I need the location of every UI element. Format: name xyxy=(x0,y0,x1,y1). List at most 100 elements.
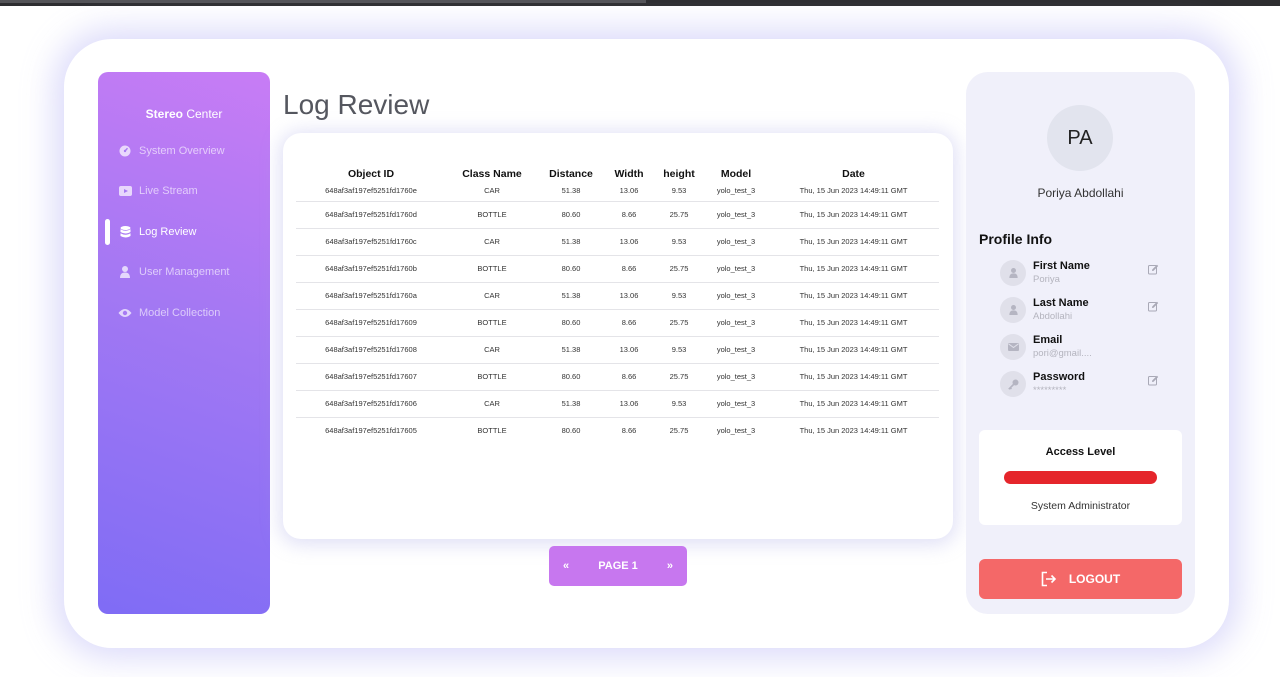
model-cell: yolo_test_3 xyxy=(704,228,768,256)
edit-icon[interactable] xyxy=(1148,262,1162,276)
sidebar-item-label: Log Review xyxy=(139,226,197,238)
sidebar-item-system-overview[interactable]: System Overview xyxy=(98,140,270,162)
distance-cell: 80.60 xyxy=(561,426,581,436)
profile-field-last-name: Last Name Abdollahi xyxy=(1000,297,1180,327)
edit-icon[interactable] xyxy=(1148,299,1162,313)
class-name-cell: BOTTLE xyxy=(477,426,507,436)
object-id-cell: 648af3af197ef5251fd1760b xyxy=(296,255,446,283)
model-cell: yolo_test_3 xyxy=(704,363,768,391)
model-cell: yolo_test_3 xyxy=(704,282,768,310)
logout-label: LOGOUT xyxy=(1068,572,1121,586)
table-row: 648af3af197ef5251fd1760d BOTTLE 80.60 8.66 2… xyxy=(296,201,939,229)
height-cell: 9.53 xyxy=(654,282,704,310)
object-id-cell: 648af3af197ef5251fd1760d xyxy=(296,201,446,229)
table-row: 648af3af197ef5251fd17607 BOTTLE 80.60 8.66 2… xyxy=(296,363,939,391)
field-value: pori@gmail.... xyxy=(1033,348,1092,359)
height-cell: 25.75 xyxy=(654,255,704,283)
table-row: 648af3af197ef5251fd17605 BOTTLE 80.60 8.66 2… xyxy=(296,417,939,444)
distance-cell: 51.38 xyxy=(538,282,604,310)
table-row: 648af3af197ef5251fd1760a CAR 51.38 13.06 9.5… xyxy=(296,282,939,310)
sidebar-item-label: Model Collection xyxy=(139,307,221,319)
date-cell: Thu, 15 Jun 2023 14:49:11 GMT xyxy=(799,426,908,436)
height-cell: 9.53 xyxy=(654,390,704,418)
avatar: PA xyxy=(1047,105,1113,171)
sidebar-item-label: User Management xyxy=(139,266,230,278)
class-name-cell: CAR xyxy=(446,282,538,310)
model-cell: yolo_test_3 xyxy=(704,181,768,202)
sidebar-item-live-stream[interactable]: Live Stream xyxy=(98,180,270,202)
access-level-bar xyxy=(1004,471,1157,484)
distance-cell: 51.38 xyxy=(538,336,604,364)
distance-cell: 51.38 xyxy=(538,390,604,418)
column-header-distance: Distance xyxy=(549,168,593,180)
window-top-bar xyxy=(0,0,1280,6)
profile-name: Poriya Abdollahi xyxy=(1037,186,1124,200)
class-name-cell: CAR xyxy=(446,390,538,418)
brand-bold: Stereo xyxy=(145,107,183,121)
dashboard-icon xyxy=(118,144,132,158)
field-label: Password xyxy=(1033,371,1085,383)
height-cell: 9.53 xyxy=(654,336,704,364)
class-name-cell: BOTTLE xyxy=(446,363,538,391)
sidebar-item-label: System Overview xyxy=(139,145,225,157)
class-name-cell: CAR xyxy=(446,336,538,364)
sidebar-item-label: Live Stream xyxy=(139,185,198,197)
width-cell: 8.66 xyxy=(604,363,654,391)
logout-button[interactable]: LOGOUT xyxy=(979,559,1182,599)
field-label: Email xyxy=(1033,334,1063,346)
model-cell: yolo_test_3 xyxy=(704,336,768,364)
table-row: 648af3af197ef5251fd17608 CAR 51.38 13.06 9.5… xyxy=(296,336,939,364)
brand-rest: Center xyxy=(183,107,223,121)
profile-panel: PA Poriya Abdollahi Profile Info First N… xyxy=(966,72,1195,614)
table-row: 648af3af197ef5251fd1760c CAR 51.38 13.06 9.5… xyxy=(296,228,939,256)
model-cell: yolo_test_3 xyxy=(716,426,756,436)
pagination: « PAGE 1 » xyxy=(549,546,687,586)
width-cell: 13.06 xyxy=(604,390,654,418)
table-row: 648af3af197ef5251fd1760b BOTTLE 80.60 8.66 2… xyxy=(296,255,939,283)
field-label: Last Name xyxy=(1033,297,1089,309)
sidebar-item-model-collection[interactable]: Model Collection xyxy=(98,302,270,324)
user-icon xyxy=(1000,260,1026,286)
field-value: ********* xyxy=(1033,385,1067,396)
width-cell: 13.06 xyxy=(604,228,654,256)
next-page-button[interactable]: » xyxy=(667,560,673,572)
object-id-cell: 648af3af197ef5251fd17605 xyxy=(325,426,417,436)
distance-cell: 51.38 xyxy=(538,181,604,202)
eye-icon xyxy=(118,306,132,320)
column-header-width: Width xyxy=(614,168,644,180)
width-cell: 13.06 xyxy=(604,181,654,202)
date-cell: Thu, 15 Jun 2023 14:49:11 GMT xyxy=(768,309,939,337)
distance-cell: 80.60 xyxy=(538,363,604,391)
distance-cell: 51.38 xyxy=(538,228,604,256)
window-top-bar-highlight xyxy=(0,0,646,3)
class-name-cell: CAR xyxy=(446,228,538,256)
sidebar-item-user-management[interactable]: User Management xyxy=(98,261,270,283)
profile-field-email: Email pori@gmail.... xyxy=(1000,334,1180,364)
user-icon xyxy=(118,265,132,279)
object-id-cell: 648af3af197ef5251fd1760e xyxy=(296,181,446,202)
key-icon xyxy=(1000,371,1026,397)
object-id-cell: 648af3af197ef5251fd1760a xyxy=(296,282,446,310)
edit-icon[interactable] xyxy=(1148,373,1162,387)
profile-info-title: Profile Info xyxy=(979,231,1053,247)
date-cell: Thu, 15 Jun 2023 14:49:11 GMT xyxy=(768,390,939,418)
width-cell: 13.06 xyxy=(604,336,654,364)
distance-cell: 80.60 xyxy=(538,201,604,229)
database-icon xyxy=(118,225,132,239)
column-header-class-name: Class Name xyxy=(462,168,522,180)
active-indicator xyxy=(105,219,110,245)
height-cell: 25.75 xyxy=(654,309,704,337)
table-row: 648af3af197ef5251fd17609 BOTTLE 80.60 8.66 2… xyxy=(296,309,939,337)
logout-icon xyxy=(1041,571,1057,587)
column-header-model: Model xyxy=(720,168,752,180)
height-cell: 9.53 xyxy=(654,181,704,202)
prev-page-button[interactable]: « xyxy=(563,560,569,572)
sidebar-item-log-review[interactable]: Log Review xyxy=(98,219,270,245)
field-value: Poriya xyxy=(1033,274,1060,285)
sidebar: Stereo Center System Overview Live Strea… xyxy=(98,72,270,614)
width-cell: 8.66 xyxy=(604,201,654,229)
height-cell: 9.53 xyxy=(654,228,704,256)
class-name-cell: CAR xyxy=(446,181,538,202)
column-header-object-id: Object ID xyxy=(347,168,395,180)
user-icon xyxy=(1000,297,1026,323)
